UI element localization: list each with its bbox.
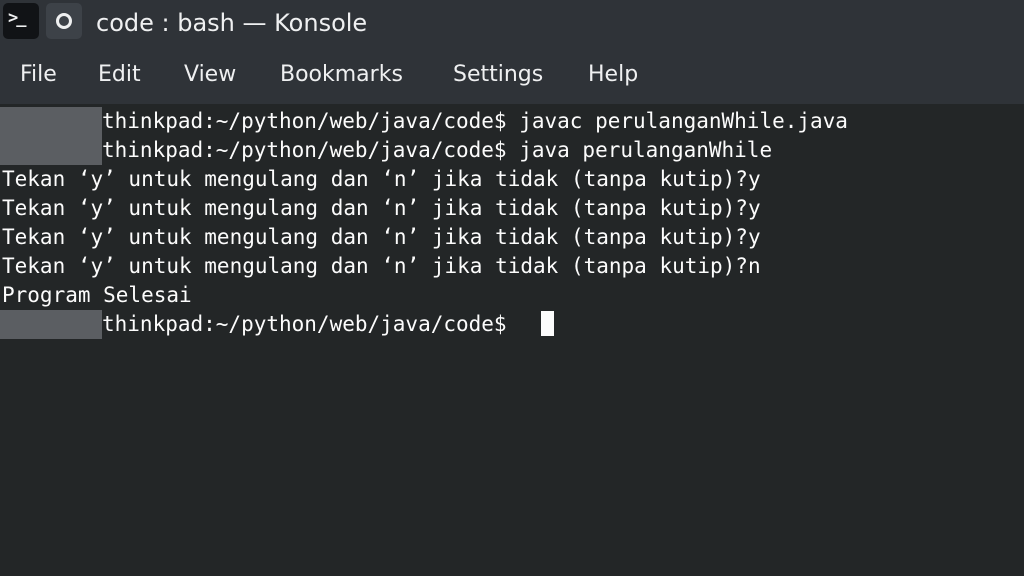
menu-settings[interactable]: Settings xyxy=(453,62,543,87)
terminal-output[interactable]: thinkpad:~/python/web/java/code$ javac p… xyxy=(0,104,1024,576)
menu-edit[interactable]: Edit xyxy=(98,62,141,87)
konsole-window: >_ code : bash — Konsole File Edit View … xyxy=(0,0,1024,576)
redacted-username xyxy=(0,310,102,339)
redacted-username xyxy=(0,107,102,136)
terminal-line-output: Tekan ‘y’ untuk mengulang dan ‘n’ jika t… xyxy=(2,196,761,220)
terminal-line-output: Tekan ‘y’ untuk mengulang dan ‘n’ jika t… xyxy=(2,167,761,191)
terminal-line-output: Program Selesai xyxy=(2,283,192,307)
terminal-line-output: Tekan ‘y’ untuk mengulang dan ‘n’ jika t… xyxy=(2,225,761,249)
terminal-line-prompt: thinkpad:~/python/web/java/code$ xyxy=(102,312,520,336)
terminal-icon[interactable]: >_ xyxy=(3,3,39,39)
terminal-line-output: Tekan ‘y’ untuk mengulang dan ‘n’ jika t… xyxy=(2,254,761,278)
pin-icon[interactable] xyxy=(46,3,82,39)
menu-bookmarks[interactable]: Bookmarks xyxy=(280,62,403,87)
menu-view[interactable]: View xyxy=(184,62,236,87)
terminal-line-prompt: thinkpad:~/python/web/java/code$ javac p… xyxy=(102,109,848,133)
text-cursor xyxy=(541,311,554,336)
title-bar[interactable]: >_ code : bash — Konsole xyxy=(0,0,1024,50)
redacted-username xyxy=(0,136,102,165)
terminal-line-prompt: thinkpad:~/python/web/java/code$ java pe… xyxy=(102,138,773,162)
menu-bar: File Edit View Bookmarks Settings Help xyxy=(0,50,1024,104)
menu-help[interactable]: Help xyxy=(588,62,638,87)
menu-file[interactable]: File xyxy=(20,62,57,87)
window-title: code : bash — Konsole xyxy=(96,9,368,37)
